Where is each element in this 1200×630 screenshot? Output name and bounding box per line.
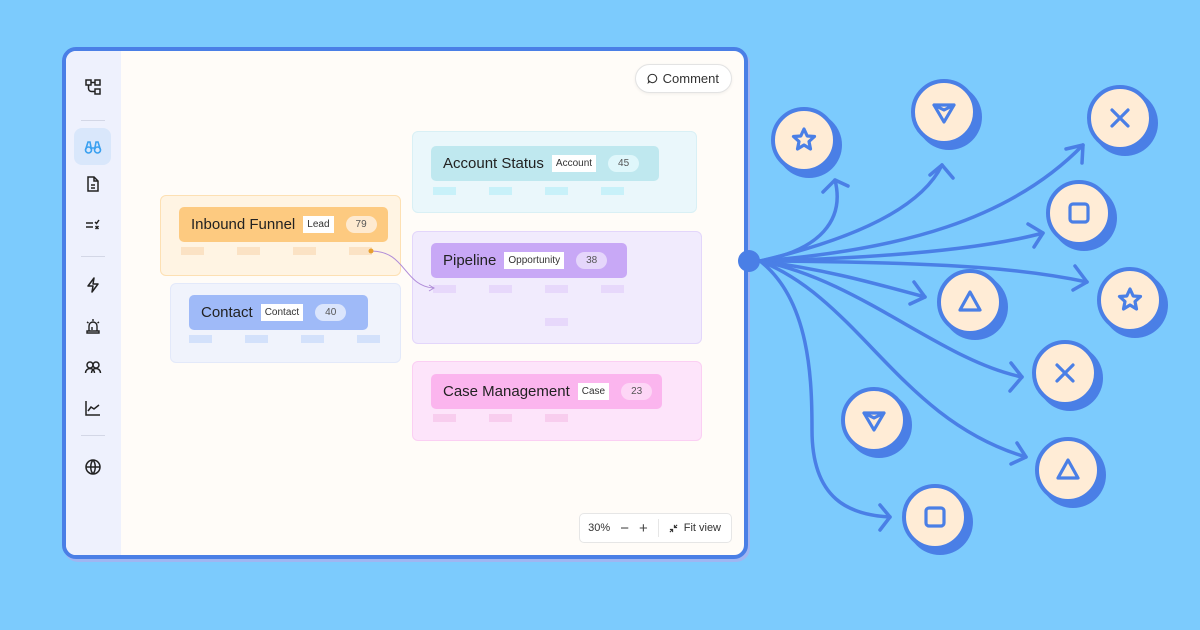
branch-arrow xyxy=(758,163,944,263)
square-target xyxy=(1046,180,1117,251)
square-target xyxy=(902,484,973,555)
branch-arrow xyxy=(758,178,839,263)
branch-arrow xyxy=(758,259,1089,284)
x-target xyxy=(1087,85,1158,156)
triangle-target xyxy=(937,269,1008,340)
source-dot xyxy=(738,250,760,272)
pointer-target xyxy=(841,387,912,458)
triangle-target xyxy=(1035,437,1106,508)
pointer-target xyxy=(911,79,982,150)
x-target xyxy=(1032,340,1103,411)
star-target xyxy=(771,107,842,178)
star-target xyxy=(1097,267,1168,338)
branching-illustration xyxy=(738,79,1168,555)
